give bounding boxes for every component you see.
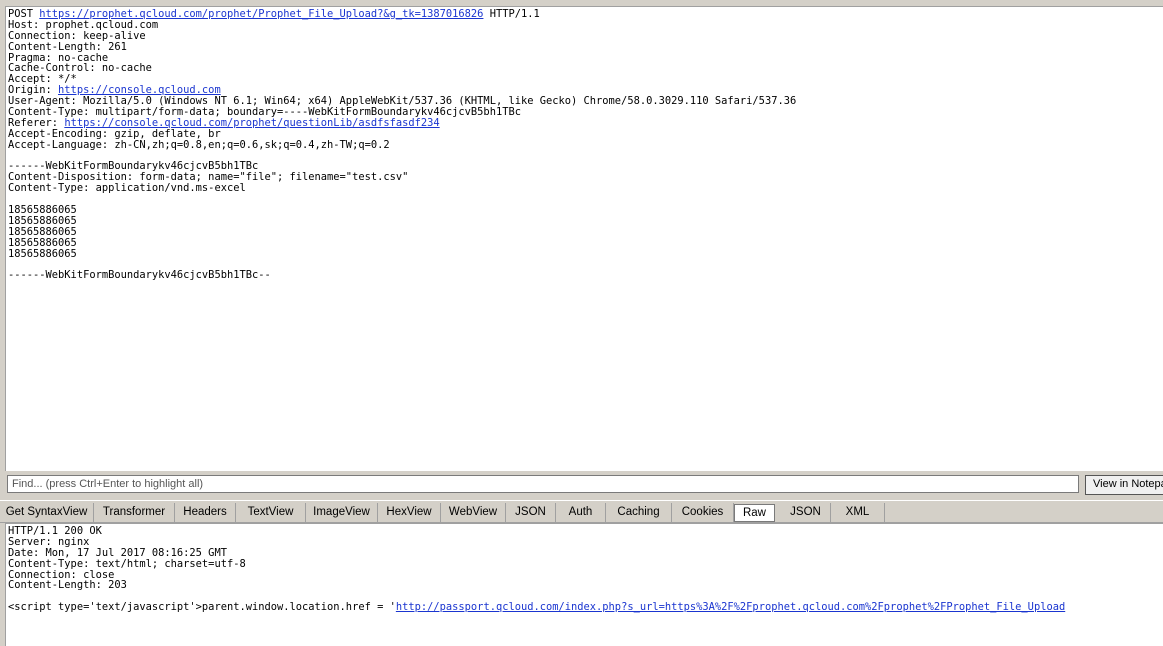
tab-imageview[interactable]: ImageView <box>306 503 378 522</box>
response-line: Connection: close <box>8 569 1163 581</box>
tab-raw[interactable]: Raw <box>734 504 775 522</box>
tab-auth[interactable]: Auth <box>556 503 606 522</box>
tab-hexview[interactable]: HexView <box>378 503 441 522</box>
response-tab-bar: Get SyntaxView Transformer Headers TextView… <box>0 503 1163 523</box>
tab-json[interactable]: JSON <box>506 503 556 522</box>
request-line: Cache-Control: no-cache <box>8 63 1163 74</box>
response-line: Content-Type: text/html; charset=utf-8 <box>8 558 1163 570</box>
tab-caching[interactable]: Caching <box>606 503 672 522</box>
request-line: 18565886065 <box>8 205 1163 216</box>
request-line: Host: prophet.qcloud.com <box>8 19 1163 31</box>
raw-text-segment: Accept-Language: zh-CN,zh;q=0.8,en;q=0.6… <box>8 138 390 151</box>
request-line: Connection: keep-alive <box>8 30 1163 42</box>
response-raw-text: HTTP/1.1 200 OK Server: nginx Date: Mon, 1… <box>6 524 1163 613</box>
tab-transformer[interactable]: Transformer <box>94 503 175 522</box>
raw-text-segment: HTTP/1.1 <box>483 8 540 20</box>
request-line: 18565886065 <box>8 237 1163 249</box>
tab-json[interactable]: JSON <box>781 503 831 522</box>
raw-text-segment: ------WebKitFormBoundarykv46cjcvB5bh1TBc… <box>8 269 271 282</box>
request-line: POST https://prophet.qcloud.com/prophet/… <box>8 9 1163 20</box>
tab-get-syntaxview[interactable]: Get SyntaxView <box>0 503 94 522</box>
response-line: <script type='text/javascript'>parent.wi… <box>8 602 1163 613</box>
url-link[interactable]: http://passport.qcloud.com/index.php?s_u… <box>396 601 1065 613</box>
raw-text-segment: Content-Length: 203 <box>8 579 127 592</box>
view-in-notepad-button[interactable]: View in Notepad <box>1085 475 1163 495</box>
raw-text-segment: Content-Type: application/vnd.ms-excel <box>8 182 246 195</box>
request-line: ------WebKitFormBoundarykv46cjcvB5bh1TBc… <box>8 270 1163 281</box>
raw-text-segment: 18565886065 <box>8 247 77 260</box>
find-input[interactable]: Find... (press Ctrl+Enter to highlight a… <box>7 475 1079 493</box>
find-bar: Find... (press Ctrl+Enter to highlight a… <box>5 474 1163 496</box>
raw-text-segment: <script type='text/javascript'>parent.wi… <box>8 601 396 614</box>
request-raw-text: POST https://prophet.qcloud.com/prophet/… <box>6 7 1163 281</box>
tab-xml[interactable]: XML <box>831 503 885 522</box>
request-line: Content-Length: 261 <box>8 41 1163 53</box>
request-raw-pane[interactable]: POST https://prophet.qcloud.com/prophet/… <box>5 6 1163 471</box>
request-line <box>8 194 1163 205</box>
request-line: 18565886065 <box>8 226 1163 238</box>
tab-textview[interactable]: TextView <box>236 503 306 522</box>
request-line: Accept-Language: zh-CN,zh;q=0.8,en;q=0.6… <box>8 138 1163 151</box>
response-raw-pane[interactable]: HTTP/1.1 200 OK Server: nginx Date: Mon, 1… <box>5 523 1163 646</box>
tab-cookies[interactable]: Cookies <box>672 503 734 522</box>
request-line: Pragma: no-cache <box>8 52 1163 64</box>
request-line: 18565886065 <box>8 247 1163 260</box>
request-line: Content-Type: application/vnd.ms-excel <box>8 183 1163 194</box>
response-line: Content-Length: 203 <box>8 580 1163 591</box>
response-line: HTTP/1.1 200 OK <box>8 526 1163 537</box>
request-line: 18565886065 <box>8 215 1163 227</box>
tab-webview[interactable]: WebView <box>441 503 506 522</box>
tab-headers[interactable]: Headers <box>175 503 236 522</box>
